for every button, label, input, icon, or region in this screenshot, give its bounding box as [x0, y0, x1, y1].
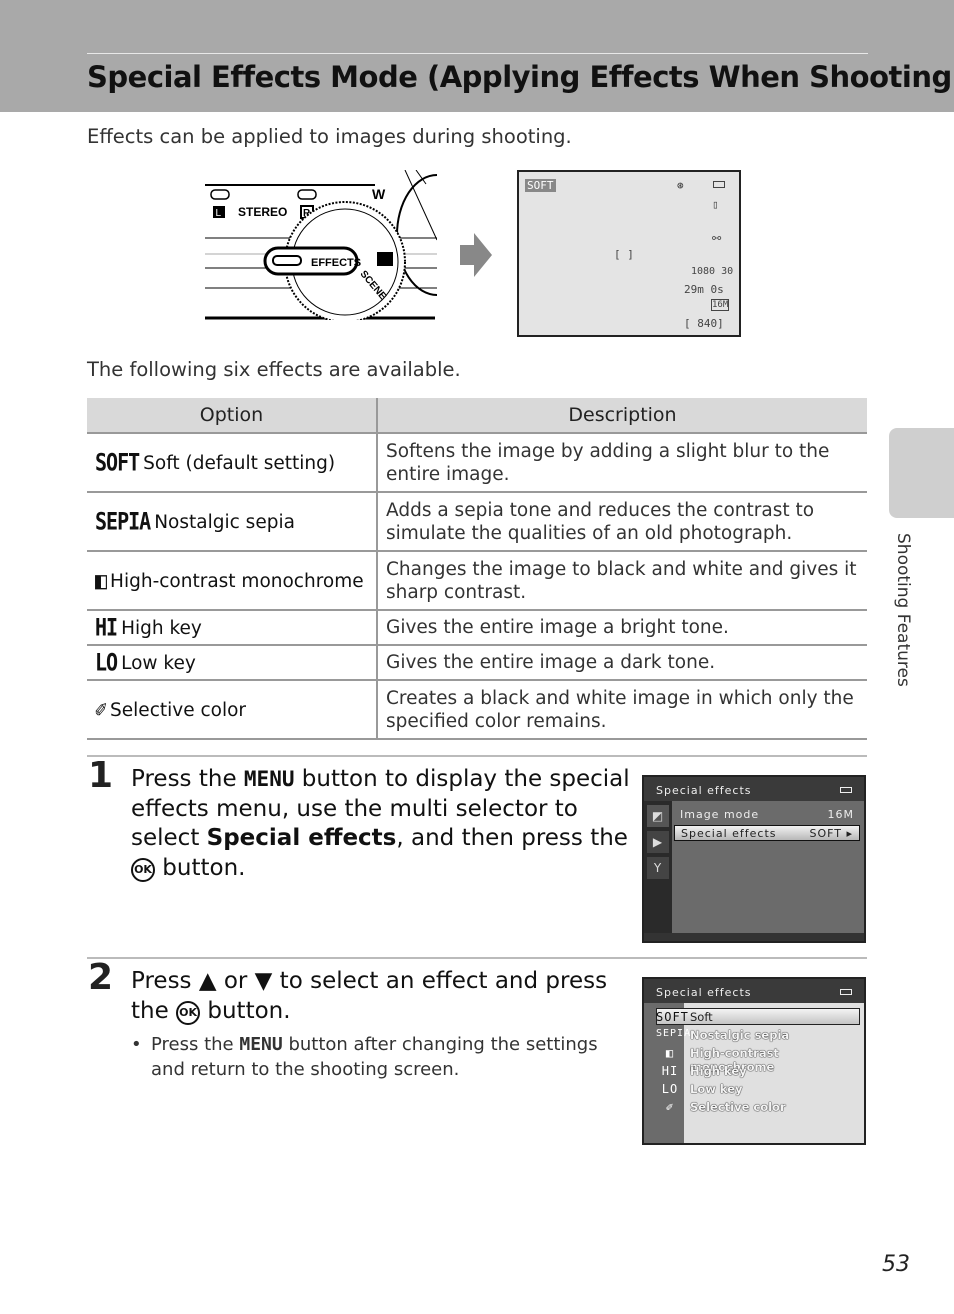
ok-button-icon: OK: [176, 1000, 201, 1025]
movie-mode: 1080 30: [691, 266, 734, 277]
soft-icon: SOFT: [656, 1010, 689, 1024]
step-number: 2: [88, 957, 114, 998]
description: Adds a sepia tone and reduces the contra…: [376, 492, 867, 552]
low-key-icon: LO: [95, 647, 118, 676]
effect-option[interactable]: Selective color: [690, 1100, 786, 1114]
eyedropper-icon: ✐: [95, 694, 107, 723]
shots-remaining: [ 840]: [684, 317, 724, 330]
description: Gives the entire image a dark tone.: [376, 645, 867, 681]
step1-text: Press the MENU button to display the spe…: [131, 766, 630, 882]
w-label: W: [372, 186, 386, 202]
ok-button-icon: OK: [131, 857, 155, 882]
shooting-screen: SOFT ⊛ ▯ ⚯ [ ] 1080 30 29m 0s 16M [ 840]: [517, 170, 741, 337]
divider: [87, 755, 867, 757]
vibration-icon: ▯: [712, 198, 719, 211]
high-key-icon: HI: [95, 612, 118, 641]
col-option: Option: [87, 398, 377, 434]
left-label: L: [216, 208, 222, 219]
effect-indicator: SOFT: [525, 179, 556, 192]
col-description: Description: [376, 398, 867, 434]
option-label: Soft (default setting): [143, 452, 336, 474]
mode-dial-illustration: L STEREO R W EFFECTS SCENE: [205, 170, 437, 320]
battery-icon: [840, 787, 852, 793]
intro-text: Effects can be applied to images during …: [87, 125, 572, 148]
divider: [87, 957, 867, 959]
step-number: 1: [88, 755, 114, 796]
camera-tab-icon: ◩: [647, 805, 669, 827]
soft-icon: SOFT: [95, 447, 140, 476]
battery-icon: [840, 989, 852, 995]
description: Changes the image to black and white and…: [376, 551, 867, 611]
menu-screen-1: Special effects ◩ ▶ Y Image mode 16M Specia…: [642, 775, 866, 943]
monochrome-icon: ◧: [95, 565, 107, 594]
battery-icon: [713, 181, 725, 188]
table-row: LO Low key Gives the entire image a dark t…: [87, 645, 867, 681]
flash-icon: ⊛: [677, 179, 684, 192]
available-text: The following six effects are available.: [87, 358, 461, 381]
menu-item-image-mode[interactable]: Image mode 16M: [674, 807, 860, 823]
option-label: High key: [121, 617, 202, 639]
effect-option[interactable]: Nostalgic sepia: [690, 1028, 789, 1042]
focus-brackets: [ ]: [614, 248, 634, 261]
high-key-icon: HI: [661, 1064, 679, 1078]
option-label: Nostalgic sepia: [154, 511, 295, 533]
arrow-right-icon: [460, 233, 492, 277]
af-icon: ⚯: [712, 232, 722, 245]
movie-tab-icon: ▶: [647, 831, 669, 853]
menu-button-icon: MENU: [243, 767, 295, 791]
header-rule: [87, 53, 868, 54]
description: Gives the entire image a bright tone.: [376, 610, 867, 646]
table-row: SOFT Soft (default setting) Softens the im…: [87, 433, 867, 493]
setup-tab-icon: Y: [647, 857, 669, 879]
table-row: ◧ High-contrast monochrome Changes the ima…: [87, 551, 867, 611]
section-label: Shooting Features: [893, 533, 913, 687]
menu-tabs: ◩ ▶ Y: [644, 801, 672, 941]
step2-bullet: • Press the MENU button after changing th…: [131, 1034, 598, 1080]
stereo-label: STEREO: [238, 205, 287, 219]
step2-text: Press ▲ or ▼ to select an effect and pre…: [131, 968, 608, 1025]
description: Creates a black and white image in which…: [376, 680, 867, 740]
monochrome-icon: ◧: [665, 1046, 675, 1060]
screen-title: Special effects: [656, 784, 752, 797]
side-tab: [889, 428, 954, 518]
menu-item-special-effects[interactable]: Special effects SOFT ▸: [674, 825, 860, 841]
sepia-icon: SEPIA: [656, 1028, 692, 1039]
remaining-time: 29m 0s: [684, 283, 724, 296]
menu-button-icon: MENU: [239, 1034, 283, 1055]
effect-option[interactable]: High key: [690, 1064, 747, 1078]
effects-label: EFFECTS: [311, 257, 361, 269]
menu-screen-2: Special effects SOFT Soft SEPIA Nostalgic …: [642, 977, 866, 1145]
option-label: Selective color: [110, 699, 247, 721]
page-title: Special Effects Mode (Applying Effects W…: [87, 60, 954, 94]
option-label: High-contrast monochrome: [110, 570, 364, 592]
sepia-icon: SEPIA: [95, 506, 151, 535]
effect-option[interactable]: Soft: [690, 1010, 713, 1024]
table-row: ✐ Selective color Creates a black and whit…: [87, 680, 867, 740]
low-key-icon: LO: [661, 1082, 679, 1096]
special-effects-term: Special effects: [206, 825, 397, 851]
table-row: SEPIA Nostalgic sepia Adds a sepia tone an…: [87, 492, 867, 552]
image-size: 16M: [711, 299, 730, 311]
table-row: HI High key Gives the entire image a brigh…: [87, 610, 867, 646]
header-band: [0, 0, 954, 112]
description: Softens the image by adding a slight blu…: [376, 433, 867, 493]
effects-table: Option Description SOFT Soft (default sett…: [87, 398, 867, 740]
option-label: Low key: [121, 652, 196, 674]
page-number: 53: [882, 1252, 910, 1277]
screen-title: Special effects: [656, 986, 752, 999]
eyedropper-icon: ✐: [665, 1100, 675, 1114]
effect-option[interactable]: Low key: [690, 1082, 743, 1096]
